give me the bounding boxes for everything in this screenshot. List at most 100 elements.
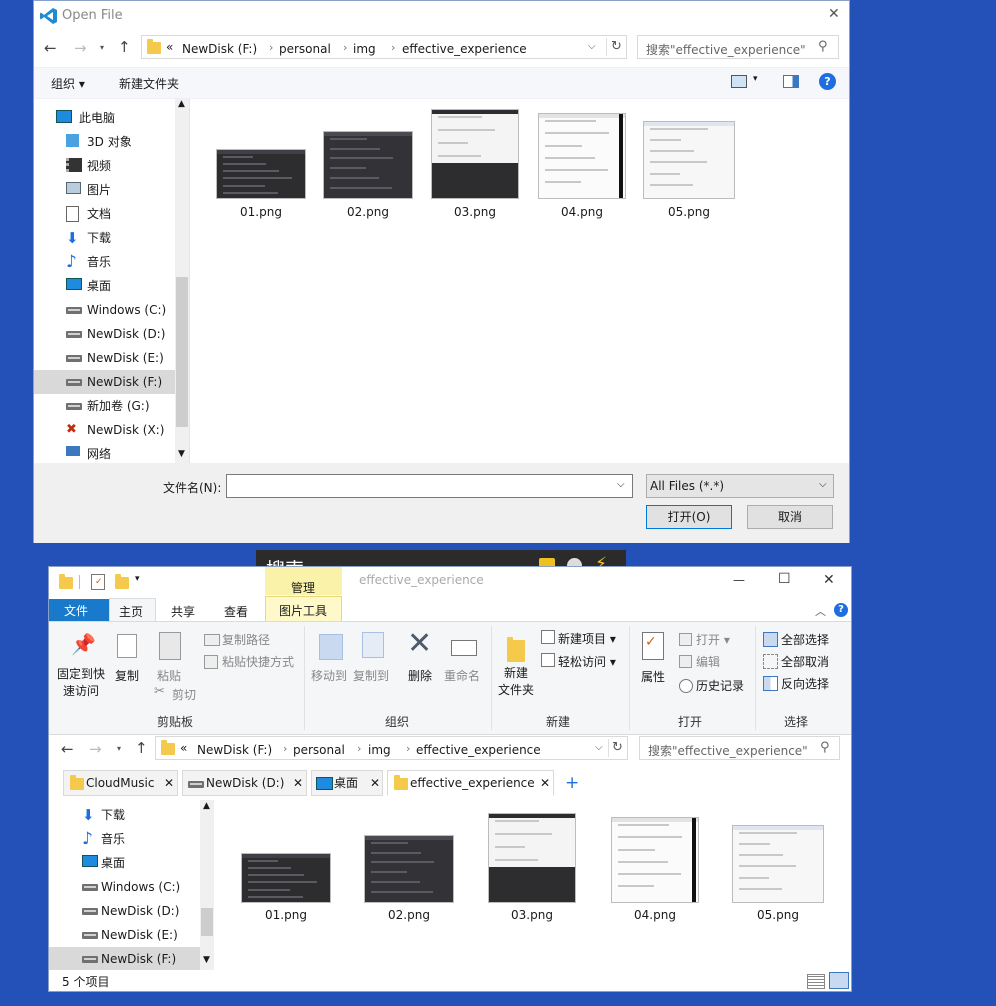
- paste-button[interactable]: 粘贴: [157, 667, 181, 684]
- recent-locations-icon[interactable]: ▾: [100, 43, 104, 52]
- path-segment[interactable]: NewDisk (F:): [182, 42, 257, 56]
- path-separator-icon[interactable]: ›: [406, 742, 410, 755]
- tab-newdisk-d[interactable]: NewDisk (D:) ✕: [182, 770, 307, 796]
- nav-item[interactable]: ♪ 音乐: [34, 250, 175, 274]
- scrollbar-thumb[interactable]: [176, 277, 188, 427]
- rename-button[interactable]: 重命名: [444, 667, 480, 684]
- copy-path-button[interactable]: 复制路径: [222, 631, 270, 648]
- select-all-icon[interactable]: [763, 632, 778, 647]
- forward-arrow-icon[interactable]: →: [89, 740, 102, 758]
- organize-menu[interactable]: 组织 ▾: [51, 75, 85, 92]
- search-input[interactable]: 搜索"effective_experience" ⚲: [639, 736, 840, 760]
- add-tab-button[interactable]: +: [565, 773, 579, 793]
- nav-item[interactable]: 3D 对象: [34, 130, 175, 154]
- new-item-button[interactable]: 新建项目 ▾: [558, 630, 616, 647]
- pin-icon[interactable]: 📌: [71, 632, 96, 656]
- search-icon[interactable]: ⚲: [818, 39, 828, 54]
- paste-shortcut-button[interactable]: 粘贴快捷方式: [222, 653, 294, 670]
- nav-item[interactable]: 此电脑: [34, 106, 175, 130]
- tab-file[interactable]: 文件: [49, 599, 109, 621]
- nav-item[interactable]: 桌面: [34, 274, 175, 298]
- path-separator-icon[interactable]: ›: [283, 742, 287, 755]
- recent-locations-icon[interactable]: ▾: [117, 744, 121, 753]
- path-separator-icon[interactable]: ›: [357, 742, 361, 755]
- up-arrow-icon[interactable]: ↑: [118, 38, 131, 56]
- path-segment[interactable]: NewDisk (F:): [197, 743, 272, 757]
- easy-access-button[interactable]: 轻松访问 ▾: [558, 653, 616, 670]
- path-segment[interactable]: personal: [279, 42, 331, 56]
- open-icon[interactable]: [679, 633, 692, 646]
- properties-button[interactable]: 属性: [641, 668, 665, 685]
- copy-button[interactable]: 复制: [115, 667, 139, 684]
- nav-item[interactable]: ⬇ 下载: [34, 226, 175, 250]
- nav-item[interactable]: NewDisk (D:): [49, 899, 200, 923]
- back-arrow-icon[interactable]: ←: [44, 39, 57, 57]
- refresh-icon[interactable]: ↻: [612, 740, 623, 755]
- address-bar[interactable]: « NewDisk (F:) › personal › img › effect…: [155, 736, 628, 760]
- easy-access-icon[interactable]: [541, 653, 555, 667]
- nav-item[interactable]: ♪ 音乐: [49, 827, 200, 851]
- tab-effective-experience[interactable]: effective_experience ✕: [387, 770, 554, 796]
- select-all-button[interactable]: 全部选择: [781, 631, 829, 648]
- tab-share[interactable]: 共享: [171, 603, 195, 620]
- rename-icon[interactable]: [451, 640, 477, 656]
- minimize-button[interactable]: —: [733, 573, 745, 587]
- close-button[interactable]: ✕: [828, 6, 840, 22]
- help-icon[interactable]: ?: [819, 73, 836, 90]
- path-segment[interactable]: img: [368, 743, 391, 757]
- path-segment[interactable]: img: [353, 42, 376, 56]
- tab-close-icon[interactable]: ✕: [370, 771, 380, 795]
- nav-item[interactable]: 网络: [34, 442, 175, 463]
- path-dropdown-icon[interactable]: ⌵: [595, 742, 603, 753]
- path-separator-icon[interactable]: ›: [343, 41, 347, 54]
- back-arrow-icon[interactable]: ←: [61, 740, 74, 758]
- nav-item[interactable]: 桌面: [49, 851, 200, 875]
- nav-item[interactable]: NewDisk (E:): [49, 923, 200, 947]
- tab-close-icon[interactable]: ✕: [164, 771, 174, 795]
- nav-item[interactable]: NewDisk (F:): [49, 947, 200, 970]
- help-icon[interactable]: ?: [834, 603, 848, 617]
- nav-scrollbar[interactable]: ▲ ▼: [175, 99, 189, 463]
- nav-item[interactable]: 新加卷 (G:): [34, 394, 175, 418]
- nav-item[interactable]: Windows (C:): [49, 875, 200, 899]
- copy-icon[interactable]: [117, 634, 137, 658]
- new-item-icon[interactable]: [541, 630, 555, 644]
- path-separator-icon[interactable]: ›: [269, 41, 273, 54]
- nav-item[interactable]: NewDisk (F:): [34, 370, 175, 394]
- path-dropdown-icon[interactable]: ⌵: [588, 41, 596, 52]
- move-to-button[interactable]: 移动到: [311, 667, 347, 684]
- path-segment[interactable]: personal: [293, 743, 345, 757]
- preview-pane-icon[interactable]: [783, 75, 799, 88]
- view-mode-icon[interactable]: [731, 75, 747, 88]
- history-icon[interactable]: [679, 679, 693, 693]
- nav-item[interactable]: NewDisk (D:): [34, 322, 175, 346]
- scroll-down-icon[interactable]: ▼: [203, 955, 210, 965]
- up-arrow-icon[interactable]: ↑: [135, 739, 148, 757]
- thumbnail-view-icon[interactable]: [829, 972, 849, 989]
- address-bar[interactable]: « NewDisk (F:) › personal › img › effect…: [141, 35, 627, 59]
- edit-button[interactable]: 编辑: [696, 653, 720, 670]
- open-button[interactable]: 打开 ▾: [696, 631, 730, 648]
- chevron-down-icon[interactable]: ⌵: [819, 479, 827, 490]
- paste-shortcut-icon[interactable]: [204, 655, 218, 669]
- path-overflow[interactable]: «: [166, 40, 173, 54]
- filename-input[interactable]: ⌵: [226, 474, 633, 498]
- close-button[interactable]: ✕: [823, 572, 835, 588]
- nav-item[interactable]: 文档: [34, 202, 175, 226]
- tab-home[interactable]: 主页: [109, 598, 156, 622]
- tab-cloudmusic[interactable]: CloudMusic ✕: [63, 770, 178, 796]
- scroll-up-icon[interactable]: ▲: [178, 99, 185, 109]
- view-dropdown-icon[interactable]: ▾: [753, 74, 758, 84]
- search-input[interactable]: 搜索"effective_experience" ⚲: [637, 35, 839, 59]
- open-button[interactable]: 打开(O): [646, 505, 732, 529]
- paste-icon[interactable]: [159, 632, 181, 660]
- copy-path-icon[interactable]: [204, 634, 220, 646]
- nav-item[interactable]: 图片: [34, 178, 175, 202]
- details-view-icon[interactable]: [807, 974, 825, 989]
- path-separator-icon[interactable]: ›: [391, 41, 395, 54]
- nav-scrollbar[interactable]: ▲ ▼: [200, 800, 214, 970]
- tab-view[interactable]: 查看: [224, 603, 248, 620]
- move-to-icon[interactable]: [319, 634, 343, 660]
- tab-picture-tools[interactable]: 图片工具: [265, 596, 342, 621]
- nav-item[interactable]: ✖ NewDisk (X:): [34, 418, 175, 442]
